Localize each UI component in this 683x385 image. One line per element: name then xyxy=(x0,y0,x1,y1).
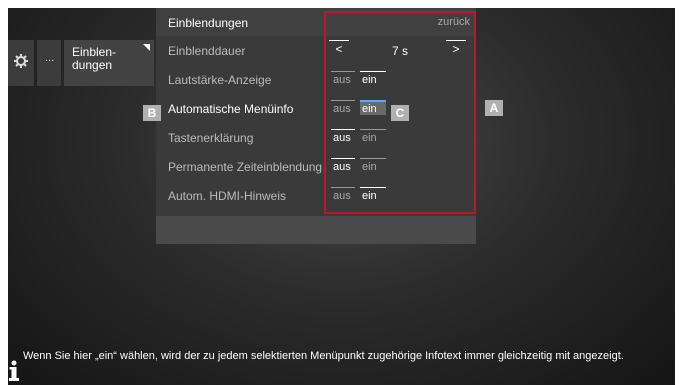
callout-b: B xyxy=(143,105,161,121)
tile-label-line2: dungen xyxy=(72,58,113,72)
tile-label: Einblen- dungen xyxy=(72,46,116,72)
row-label: Lautstärke-Anzeige xyxy=(168,73,272,87)
tv-screen: ... Einblen- dungen Einblendungen zurück… xyxy=(8,8,675,385)
more-tile[interactable]: ... xyxy=(37,40,61,86)
gear-icon xyxy=(14,54,28,68)
info-icon xyxy=(9,360,19,381)
page-title: Einblendungen xyxy=(168,16,249,30)
info-text: Wenn Sie hier „ein“ wählen, wird der zu … xyxy=(23,350,624,362)
settings-tile[interactable] xyxy=(8,40,34,86)
row-label: Automatische Menüinfo xyxy=(168,102,294,116)
row-label: Permanente Zeiteinblendung xyxy=(168,160,323,174)
einblendungen-tile[interactable]: Einblen- dungen xyxy=(64,40,154,86)
panel-footer xyxy=(156,216,476,244)
corner-marker-icon xyxy=(143,44,150,51)
row-label: Einblenddauer xyxy=(168,44,246,58)
row-label: Tastenerklärung xyxy=(168,131,254,145)
row-label: Autom. HDMI-Hinweis xyxy=(168,189,287,203)
callout-c: C xyxy=(391,105,409,121)
more-label: ... xyxy=(45,52,55,64)
callout-a: A xyxy=(485,100,503,116)
